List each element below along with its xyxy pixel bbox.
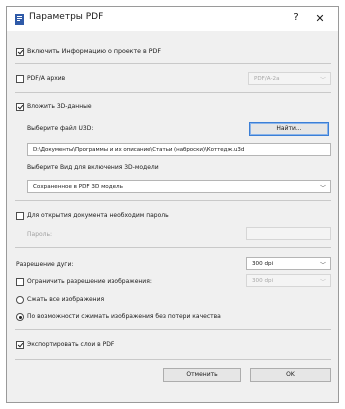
3d-view-select[interactable]: Сохраненное в PDF 3D модель ﹀ [27,180,331,193]
divider [15,63,331,64]
arc-resolution-value: 300 dpi [252,261,274,267]
project-info-label: Включить Информацию о проекте в PDF [27,48,162,55]
pdf-settings-dialog: Параметры PDF ? ✕ Включить Информацию о … [6,6,339,403]
export-layers-checkbox[interactable] [16,341,24,349]
embed-3d-label: Вложить 3D-данные [27,103,92,110]
arc-resolution-select[interactable]: 300 dpi ﹀ [246,257,331,270]
pdf-document-icon [15,14,24,25]
cancel-button[interactable]: Отменить [163,368,241,382]
help-icon[interactable]: ? [289,11,303,25]
arc-resolution-label: Разрешение дуги: [16,261,74,268]
pdfa-label: PDF/A архив [27,75,66,82]
pdfa-version-value: PDF/A-2a [254,76,280,82]
project-info-checkbox[interactable] [16,48,24,56]
compress-lossless-label: По возможности сжимать изображения без п… [27,313,221,320]
close-icon[interactable]: ✕ [312,11,328,27]
u3d-file-label: Выберите файл U3D: [27,125,94,132]
password-checkbox[interactable] [16,212,24,220]
divider [15,247,331,248]
dialog-body: Включить Информацию о проекте в PDF PDF/… [7,31,338,402]
chevron-down-icon: ﹀ [319,77,326,84]
ok-button[interactable]: OK [250,368,331,382]
3d-view-value: Сохраненное в PDF 3D модель [33,184,123,190]
chevron-down-icon: ﹀ [319,279,326,286]
compress-all-radio[interactable] [16,296,24,304]
limit-resolution-value: 300 dpi [252,278,274,284]
compress-all-label: Сжать все изображения [27,296,105,303]
find-file-button[interactable]: Найти... [249,122,329,136]
password-input[interactable] [246,227,331,240]
limit-resolution-checkbox[interactable] [16,278,24,286]
divider [15,329,331,330]
password-required-label: Для открытия документа необходим пароль [27,212,169,219]
chevron-down-icon: ﹀ [319,185,326,192]
limit-resolution-select[interactable]: 300 dpi ﹀ [246,274,331,287]
u3d-file-path-value: D:\Документы\Программы и их описание\Ста… [33,147,245,153]
password-field-label: Пароль: [27,231,53,238]
compress-lossless-radio[interactable] [16,313,24,321]
divider [15,92,331,93]
embed-3d-checkbox[interactable] [16,103,24,111]
divider [15,200,331,201]
pdfa-version-select[interactable]: PDF/A-2a ﹀ [248,72,331,85]
window-title: Параметры PDF [29,12,104,22]
pdfa-checkbox[interactable] [16,75,24,83]
chevron-down-icon: ﹀ [319,262,326,269]
view-label: Выберите Вид для включения 3D-модели [27,164,159,171]
title-bar: Параметры PDF ? ✕ [7,7,338,31]
divider [15,359,331,360]
u3d-file-path-field[interactable]: D:\Документы\Программы и их описание\Ста… [27,143,331,156]
export-layers-label: Экспортировать слои в PDF [27,341,115,348]
limit-resolution-label: Ограничить разрешение изображения: [27,278,152,285]
